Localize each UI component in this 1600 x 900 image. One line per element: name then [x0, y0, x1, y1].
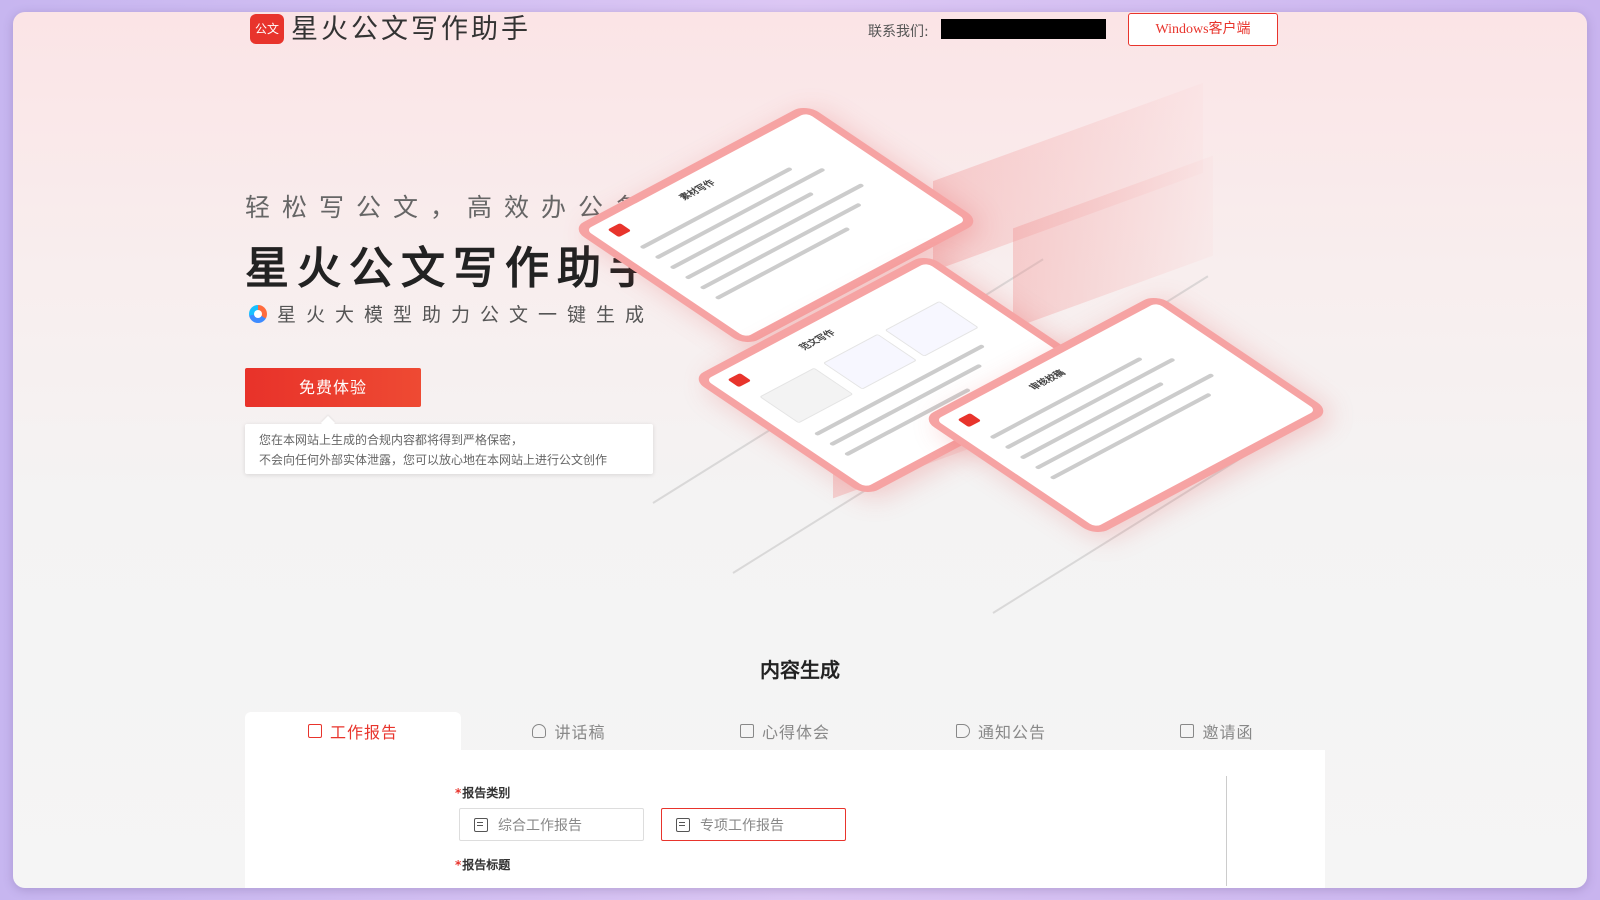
hero-tagline: 星火大模型助力公文一键生成 [249, 300, 654, 327]
option-special-report[interactable]: 专项工作报告 [661, 808, 846, 841]
site-title[interactable]: 星火公文写作助手 [291, 12, 531, 48]
report-type-label-text: 报告类别 [462, 786, 511, 800]
free-trial-button[interactable]: 免费体验 [245, 368, 421, 407]
windows-client-button[interactable]: Windows客户端 [1128, 13, 1278, 46]
option-comprehensive-report[interactable]: 综合工作报告 [459, 808, 644, 841]
tab-reflections[interactable]: 心得体会 [677, 712, 893, 750]
tab-label: 邀请函 [1202, 723, 1254, 742]
tab-notice[interactable]: 通知公告 [893, 712, 1109, 750]
card-logo-icon [607, 223, 632, 238]
contact-label: 联系我们: [868, 24, 929, 40]
card-line [1049, 392, 1213, 480]
card-line [639, 166, 794, 250]
content-type-tabs: 工作报告 讲话稿 心得体会 通知公告 邀请函 [245, 712, 1325, 750]
privacy-line-2: 不会向任何外部实体泄露，您可以放心地在本网站上进行公文创作 [259, 453, 608, 467]
report-title-label-text: 报告标题 [462, 858, 511, 872]
card-line [1034, 373, 1215, 470]
tab-work-report[interactable]: 工作报告 [245, 712, 461, 750]
card-line [1004, 357, 1176, 450]
panel-divider [1226, 776, 1227, 886]
site-header: 公文 星火公文写作助手 联系我们: Windows客户端 [13, 12, 1587, 52]
card-title: 范文写作 [797, 328, 839, 353]
hero-illustration: 素材写作 范文写作 审核校稿 [571, 72, 1333, 632]
option-label: 专项工作报告 [700, 817, 784, 834]
tab-invitation[interactable]: 邀请函 [1109, 712, 1325, 750]
report-icon [676, 817, 690, 832]
browser-window: 公文 星火公文写作助手 联系我们: Windows客户端 轻松写公文，高效办公务… [13, 12, 1587, 888]
required-marker: * [455, 786, 462, 800]
card-logo-icon [727, 373, 752, 388]
speaker-person-icon [532, 724, 547, 738]
card-line [989, 356, 1144, 440]
privacy-line-1: 您在本网站上生成的合规内容都将得到严格保密， [259, 433, 524, 447]
logo-badge: 公文 [250, 14, 284, 44]
card-title: 审核校稿 [1027, 368, 1069, 393]
tab-label: 工作报告 [329, 723, 398, 742]
card-title: 素材写作 [677, 178, 719, 203]
envelope-icon [1180, 724, 1195, 738]
privacy-tooltip: 您在本网站上生成的合规内容都将得到严格保密， 不会向任何外部实体泄露，您可以放心… [245, 424, 653, 474]
tab-label: 通知公告 [977, 723, 1046, 742]
card-line [1019, 381, 1165, 460]
tab-label: 讲话稿 [554, 723, 606, 742]
megaphone-icon [955, 724, 970, 738]
card-add-box [759, 367, 854, 424]
report-icon [307, 724, 322, 738]
card-line [699, 202, 863, 290]
card-line [654, 167, 826, 260]
note-icon [739, 724, 754, 738]
hero-tagline-text: 星火大模型助力公文一键生成 [277, 304, 655, 326]
tab-label: 心得体会 [761, 723, 830, 742]
section-title: 内容生成 [760, 658, 840, 682]
card-line [714, 226, 851, 300]
card-logo-icon [957, 413, 982, 428]
tab-speech[interactable]: 讲话稿 [461, 712, 677, 750]
report-icon [474, 817, 488, 832]
required-marker: * [455, 858, 462, 872]
report-type-label: *报告类别 [455, 784, 510, 801]
report-title-label: *报告标题 [455, 856, 510, 873]
contact-info-redacted [941, 19, 1106, 39]
form-panel: *报告类别 综合工作报告 专项工作报告 *报告标题 [245, 750, 1325, 888]
option-label: 综合工作报告 [498, 817, 582, 834]
spark-model-icon [249, 304, 267, 323]
